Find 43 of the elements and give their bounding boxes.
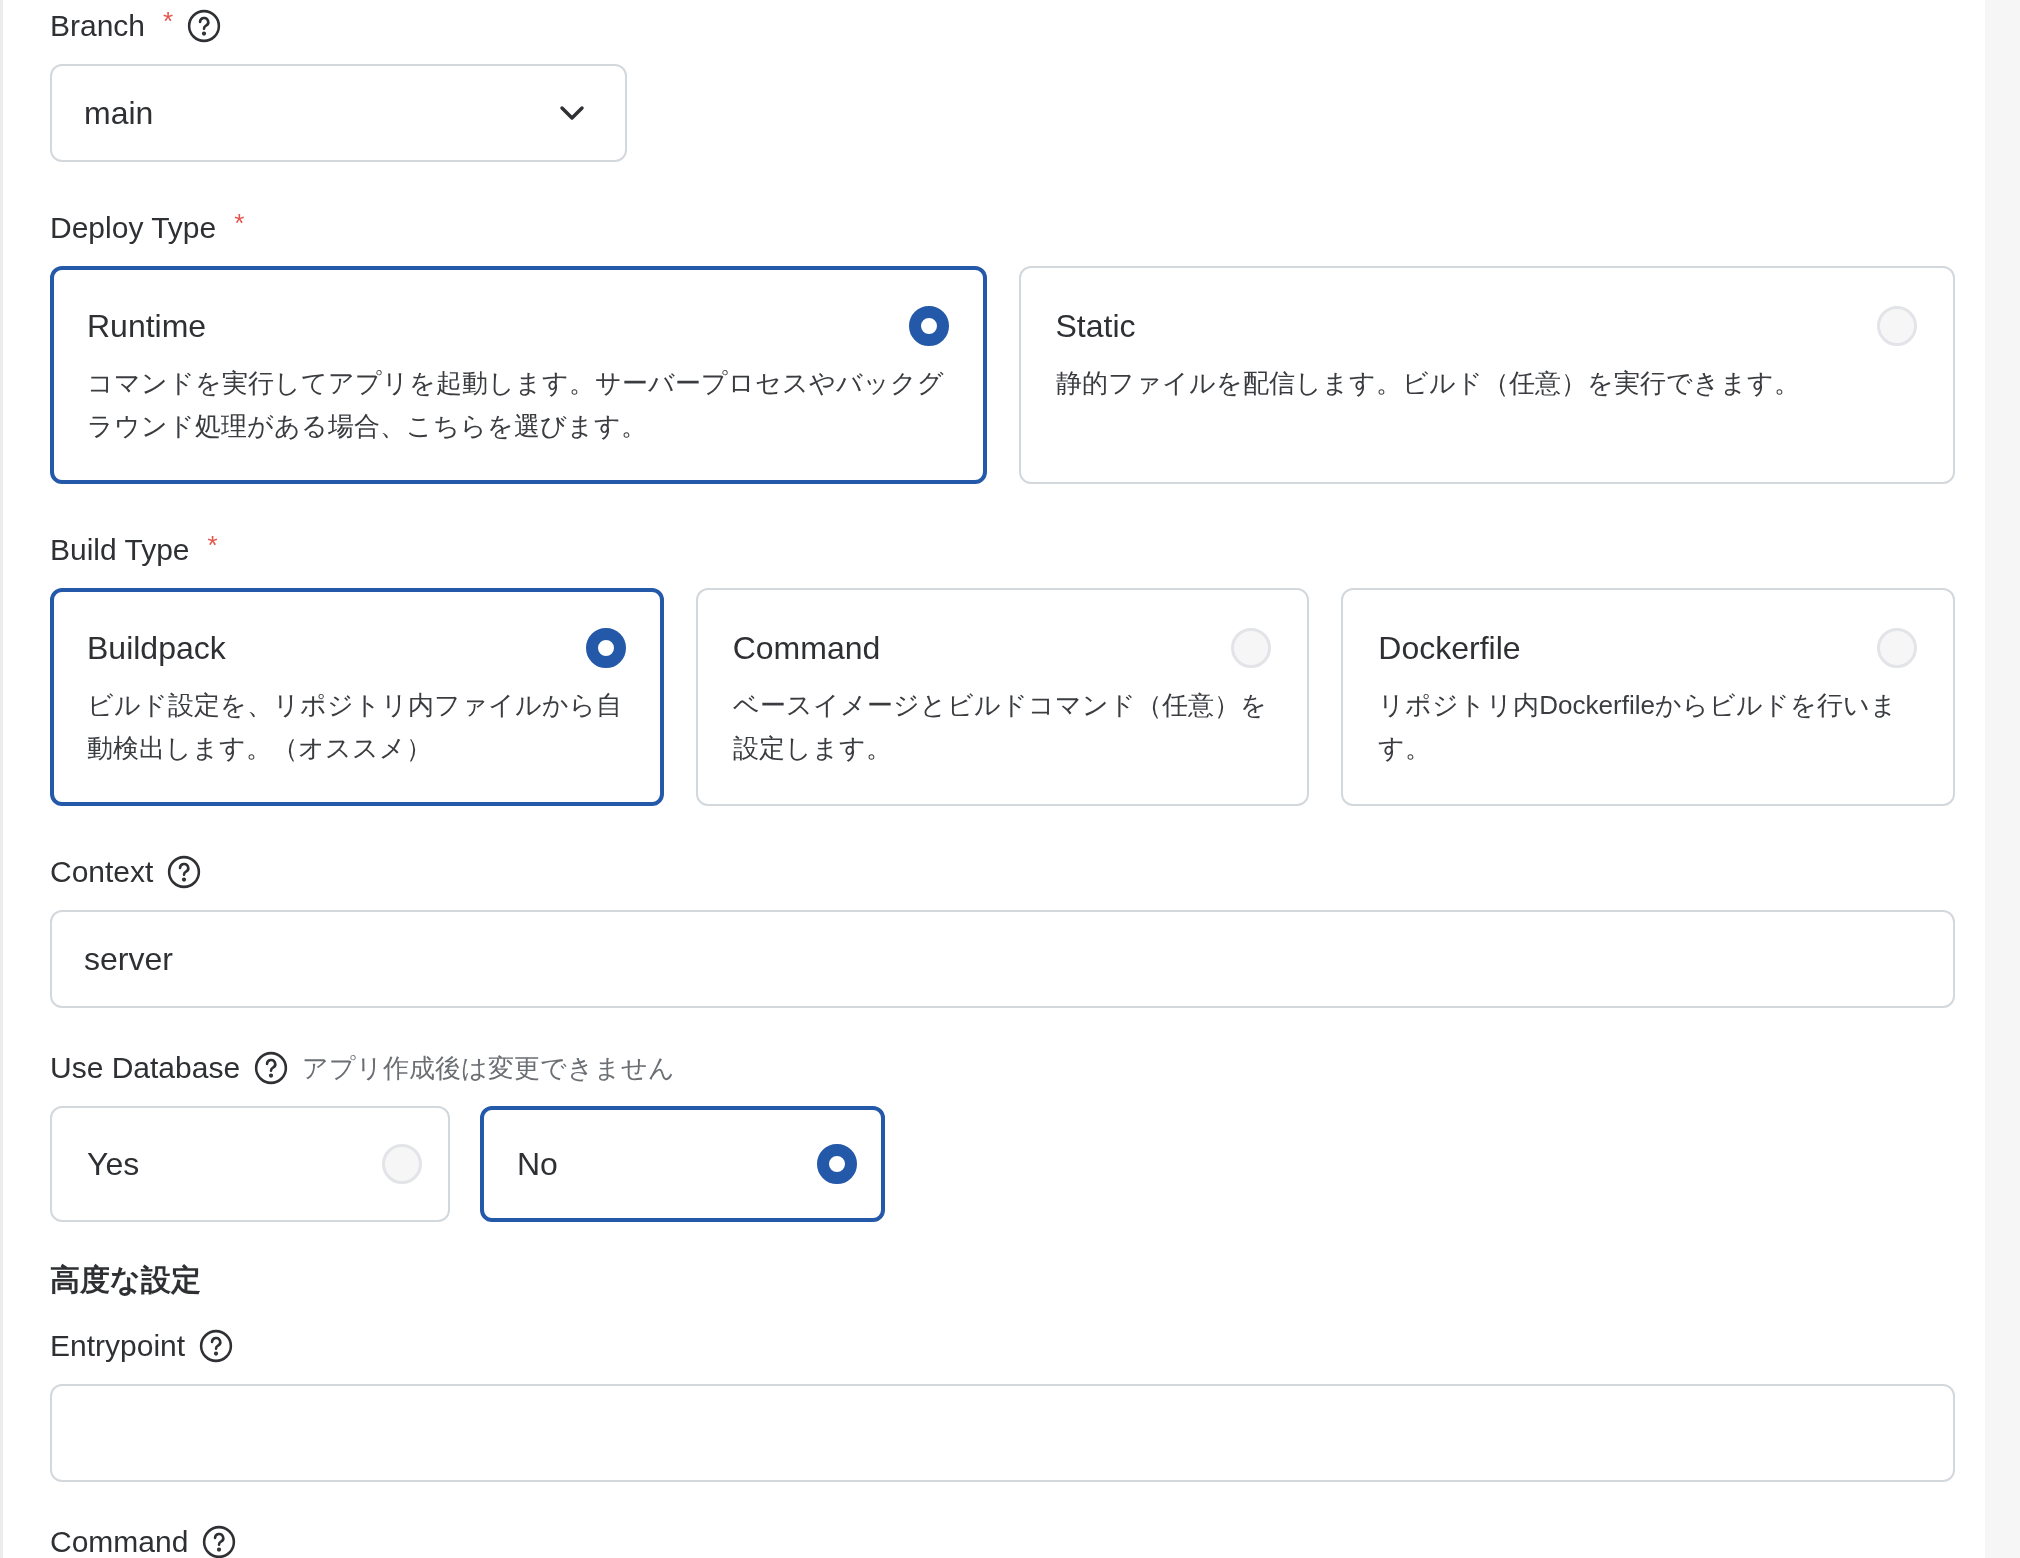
text-field[interactable]: server — [50, 910, 1955, 1008]
branch-select[interactable]: main — [50, 64, 627, 162]
field-label: Deploy Type — [50, 210, 217, 246]
option-description: コマンドを実行してアプリを起動します。サーバープロセスやバックグラウンド処理がある場合、こちらを選びます。 — [87, 367, 945, 443]
help-icon[interactable] — [254, 1051, 289, 1085]
option-description: ビルド設定を、リポジトリ内ファイルから自動検出します。（オススメ） — [87, 689, 623, 765]
chevron-down-icon — [559, 105, 585, 121]
option-description: 静的ファイルを配信します。ビルド（任意）を実行できます。 — [1055, 367, 1801, 400]
option-title: Runtime — [87, 307, 207, 346]
required-asterisk: * — [163, 6, 174, 36]
option-card[interactable]: Static 静的ファイルを配信します。ビルド（任意）を実行できます。 — [1018, 266, 1955, 484]
option-card[interactable]: Command ベースイメージとビルドコマンド（任意）を設定します。 — [695, 588, 1310, 806]
section-heading: 高度な設定 — [50, 1262, 201, 1298]
option-card[interactable]: Buildpack ビルド設定を、リポジトリ内ファイルから自動検出します。（オススメ） — [50, 588, 664, 806]
field-label: Entrypoint — [50, 1328, 186, 1364]
help-icon[interactable] — [187, 9, 222, 43]
field-label: Context — [50, 854, 154, 890]
option-description: リポジトリ内Dockerfileからビルドを行います。 — [1378, 689, 1898, 765]
option-title: Yes — [87, 1145, 140, 1184]
option-card[interactable]: No — [480, 1106, 885, 1222]
radio-button[interactable] — [908, 306, 949, 346]
help-icon[interactable] — [202, 1525, 237, 1558]
option-card[interactable]: Yes — [50, 1106, 450, 1222]
field-label: Branch — [50, 8, 146, 44]
option-title: No — [517, 1145, 558, 1184]
help-icon[interactable] — [199, 1329, 234, 1363]
field-label: Use Database — [50, 1050, 241, 1086]
option-title: Static — [1055, 307, 1136, 346]
field-label: Command — [50, 1524, 189, 1558]
radio-button[interactable] — [585, 628, 626, 668]
option-description: ベースイメージとビルドコマンド（任意）を設定します。 — [732, 689, 1268, 765]
option-title: Buildpack — [87, 629, 226, 668]
option-title: Dockerfile — [1378, 629, 1521, 668]
field-note: アプリ作成後は変更できません — [302, 1051, 676, 1085]
option-title: Command — [732, 629, 881, 668]
required-asterisk: * — [234, 208, 245, 238]
option-card[interactable]: Runtime コマンドを実行してアプリを起動します。サーバープロセスやバックグラウンド処理がある場合、こちらを選びます。 — [50, 266, 987, 484]
option-card[interactable]: Dockerfile リポジトリ内Dockerfileからビルドを行います。 — [1341, 588, 1955, 806]
required-asterisk: * — [207, 530, 218, 560]
radio-button[interactable] — [817, 1144, 857, 1184]
help-icon[interactable] — [167, 855, 202, 889]
field-label: Build Type — [50, 532, 190, 568]
text-field[interactable] — [50, 1384, 1955, 1482]
